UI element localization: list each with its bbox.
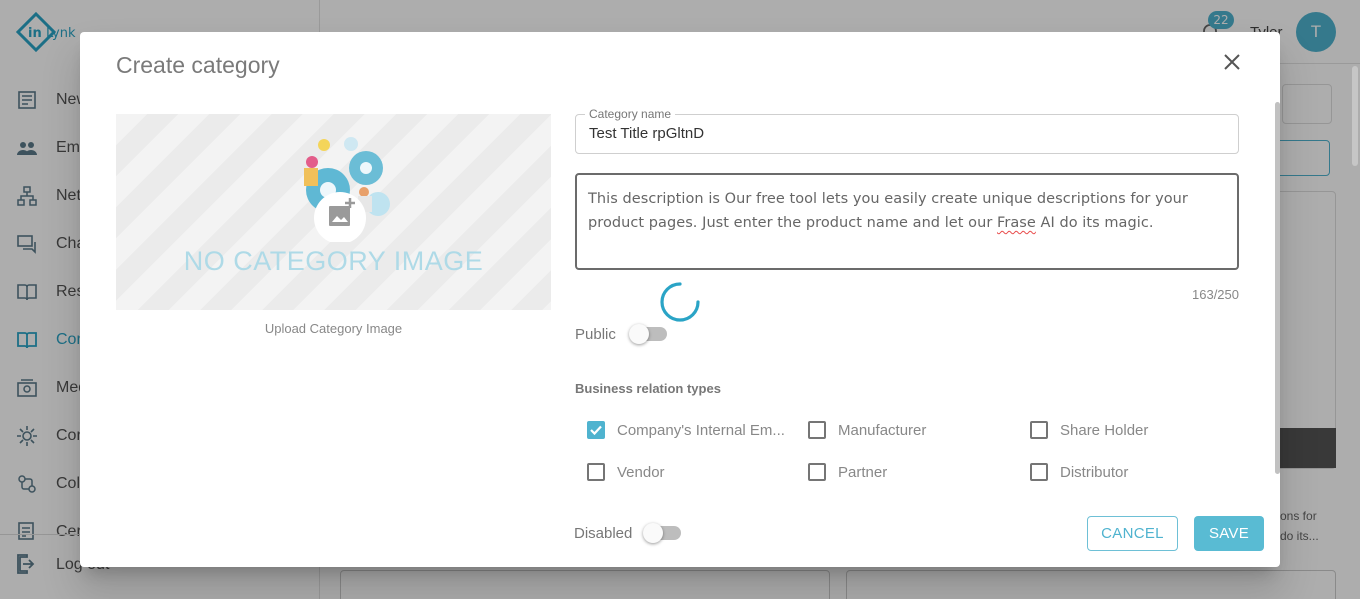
checkbox-box[interactable] bbox=[587, 421, 605, 439]
checkbox-box[interactable] bbox=[808, 463, 826, 481]
checkbox-box[interactable] bbox=[808, 421, 826, 439]
loading-spinner-icon bbox=[660, 282, 700, 322]
category-name-label: Category name bbox=[585, 107, 676, 121]
checkbox-label: Distributor bbox=[1060, 463, 1129, 481]
checkbox-label: Company's Internal Em... bbox=[617, 421, 785, 439]
public-toggle[interactable] bbox=[629, 324, 667, 344]
save-button[interactable]: SAVE bbox=[1194, 516, 1264, 551]
character-counter: 163/250 bbox=[1192, 287, 1239, 302]
business-relation-title: Business relation types bbox=[575, 381, 721, 396]
gears-illustration bbox=[304, 137, 390, 242]
checkbox-label: Manufacturer bbox=[838, 421, 927, 439]
checkbox-box[interactable] bbox=[1030, 421, 1048, 439]
disabled-label: Disabled bbox=[574, 525, 633, 542]
checkmark-icon bbox=[590, 425, 602, 436]
description-text: This description is Our free tool lets y… bbox=[588, 191, 1188, 231]
disabled-toggle[interactable] bbox=[643, 523, 681, 543]
toggle-knob bbox=[629, 324, 649, 344]
checkbox-box[interactable] bbox=[1030, 463, 1048, 481]
description-text-part: AI do its magic. bbox=[1035, 215, 1154, 231]
public-label: Public bbox=[575, 326, 616, 343]
checkbox-company-internal[interactable]: Company's Internal Em... bbox=[587, 421, 785, 439]
no-image-text: NO CATEGORY IMAGE bbox=[183, 246, 484, 276]
misspelled-word: Frase bbox=[997, 215, 1036, 231]
checkbox-partner[interactable]: Partner bbox=[808, 463, 887, 481]
close-icon[interactable] bbox=[1220, 50, 1244, 74]
checkbox-box[interactable] bbox=[587, 463, 605, 481]
checkbox-vendor[interactable]: Vendor bbox=[587, 463, 665, 481]
checkbox-label: Vendor bbox=[617, 463, 665, 481]
checkbox-label: Partner bbox=[838, 463, 888, 481]
checkbox-distributor[interactable]: Distributor bbox=[1030, 463, 1128, 481]
category-name-value[interactable]: Test Title rpGltnD bbox=[589, 125, 704, 142]
cancel-button[interactable]: CANCEL bbox=[1087, 516, 1178, 551]
page-scrollbar[interactable] bbox=[1352, 66, 1358, 166]
dialog-scrollbar[interactable] bbox=[1275, 102, 1280, 474]
upload-image-link[interactable]: Upload Category Image bbox=[116, 321, 551, 336]
category-image-placeholder[interactable]: NO CATEGORY IMAGE bbox=[116, 114, 551, 310]
checkbox-label: Share Holder bbox=[1060, 421, 1149, 439]
create-category-dialog: Create category NO CATEGORY IMAGE Upload… bbox=[80, 32, 1280, 567]
toggle-knob bbox=[643, 523, 663, 543]
description-textarea[interactable]: This description is Our free tool lets y… bbox=[575, 173, 1239, 270]
checkbox-manufacturer[interactable]: Manufacturer bbox=[808, 421, 926, 439]
dialog-title: Create category bbox=[116, 52, 280, 78]
checkbox-share-holder[interactable]: Share Holder bbox=[1030, 421, 1148, 439]
